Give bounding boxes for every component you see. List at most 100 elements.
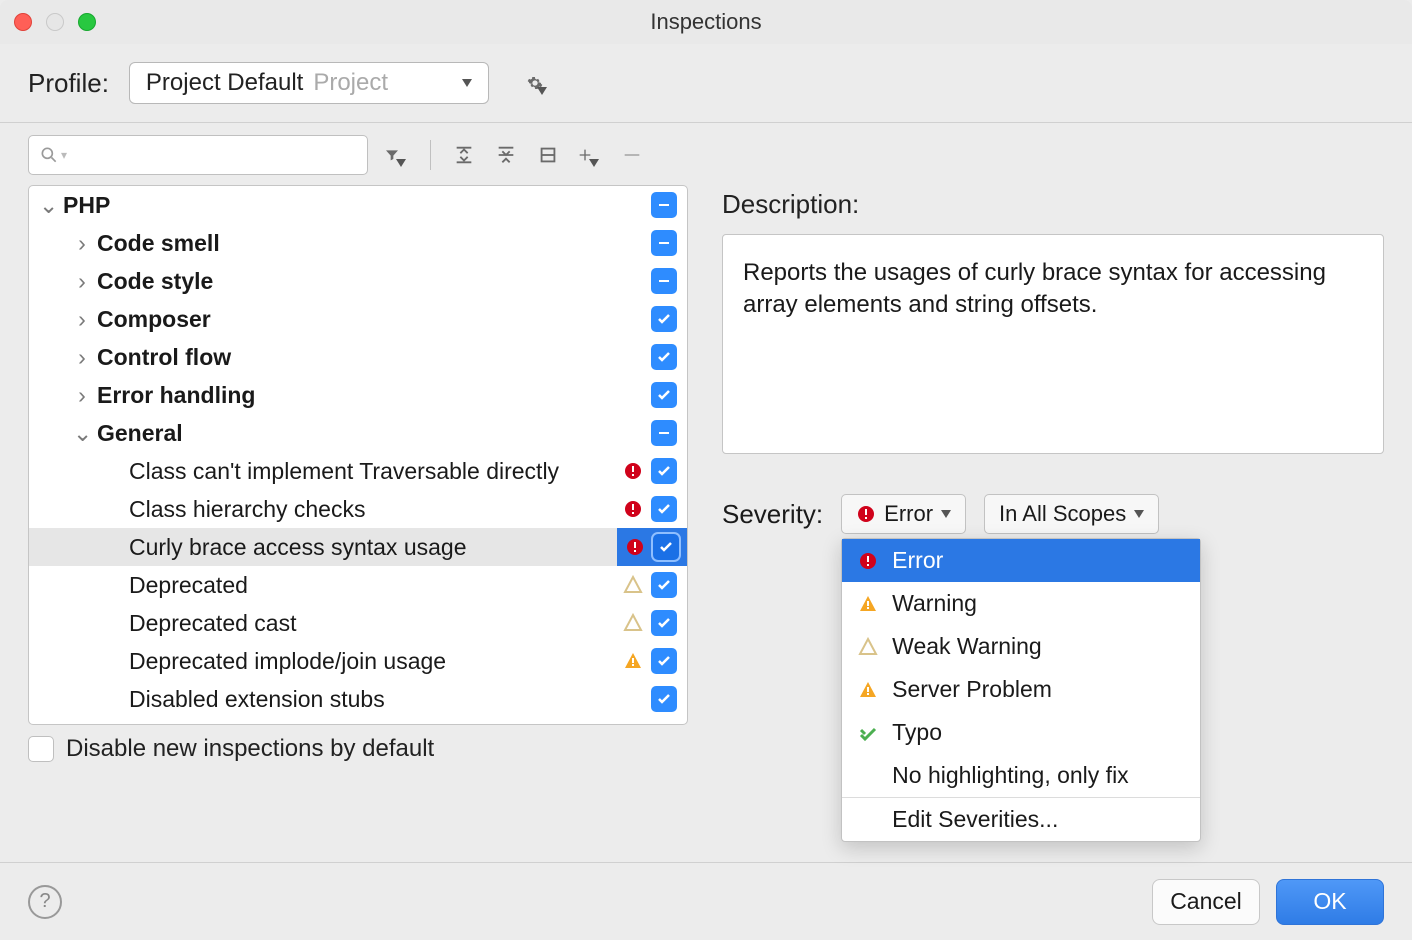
profile-selected-scope: Project xyxy=(313,69,462,97)
chevron-down-icon: ⌄ xyxy=(39,192,57,219)
checkbox[interactable] xyxy=(651,230,677,256)
severity-option-label: Weak Warning xyxy=(892,633,1042,660)
checkbox[interactable] xyxy=(651,686,677,712)
severity-option-warning[interactable]: Warning xyxy=(842,582,1200,625)
tree-item[interactable]: Class hierarchy checks xyxy=(29,490,687,528)
checkbox[interactable] xyxy=(651,344,677,370)
profile-settings-button[interactable] xyxy=(527,70,553,96)
tree-item-selected[interactable]: Curly brace access syntax usage xyxy=(29,528,687,566)
checkbox[interactable] xyxy=(651,382,677,408)
scope-combo[interactable]: In All Scopes xyxy=(984,494,1159,534)
checkbox[interactable] xyxy=(651,458,677,484)
error-icon xyxy=(858,551,878,571)
tree-item[interactable]: Deprecated xyxy=(29,566,687,604)
tree-toolbar: ▾ xyxy=(28,135,1384,175)
tree-item[interactable]: Class can't implement Traversable direct… xyxy=(29,452,687,490)
severity-combo-value: Error xyxy=(884,501,933,527)
checkbox[interactable] xyxy=(651,268,677,294)
reset-icon xyxy=(537,144,559,166)
chevron-right-icon: › xyxy=(73,382,91,409)
tree-group-general[interactable]: ⌄ General xyxy=(29,414,687,452)
tree-item-label: Deprecated implode/join usage xyxy=(129,648,623,675)
chevron-down-icon: ⌄ xyxy=(73,420,91,447)
chevron-right-icon: › xyxy=(73,306,91,333)
tree-group-label: Code smell xyxy=(97,230,651,257)
no-severity-icon xyxy=(858,766,878,786)
remove-button[interactable] xyxy=(619,142,645,168)
tree-group-code-smell[interactable]: › Code smell xyxy=(29,224,687,262)
maximize-window-button[interactable] xyxy=(78,13,96,31)
severity-option-typo[interactable]: Typo xyxy=(842,711,1200,754)
tree-group-error-handling[interactable]: › Error handling xyxy=(29,376,687,414)
chevron-right-icon: › xyxy=(73,344,91,371)
edit-severities-label: Edit Severities... xyxy=(892,806,1058,833)
chevron-down-icon xyxy=(462,79,472,87)
tree-item-label: Deprecated cast xyxy=(129,610,623,637)
severity-option-label: Error xyxy=(892,547,943,574)
tree-item-label: Class hierarchy checks xyxy=(129,496,623,523)
reset-button[interactable] xyxy=(535,142,561,168)
severity-option-no-highlighting[interactable]: No highlighting, only fix xyxy=(842,754,1200,797)
severity-option-label: Server Problem xyxy=(892,676,1052,703)
severity-option-label: Warning xyxy=(892,590,977,617)
checkbox[interactable] xyxy=(651,420,677,446)
tree-group-label: Composer xyxy=(97,306,651,333)
scope-combo-value: In All Scopes xyxy=(999,501,1126,527)
cancel-button[interactable]: Cancel xyxy=(1152,879,1260,925)
tree-root-php[interactable]: ⌄ PHP xyxy=(29,186,687,224)
chevron-down-icon xyxy=(396,159,406,167)
checkbox[interactable] xyxy=(651,572,677,598)
error-icon xyxy=(856,504,876,524)
server-problem-icon xyxy=(858,680,878,700)
tree-item-label: Deprecated xyxy=(129,572,623,599)
tree-item-label: Curly brace access syntax usage xyxy=(129,534,617,561)
chevron-right-icon: › xyxy=(73,230,91,257)
checkbox[interactable] xyxy=(651,192,677,218)
disable-new-label: Disable new inspections by default xyxy=(66,735,434,763)
severity-option-server-problem[interactable]: Server Problem xyxy=(842,668,1200,711)
close-window-button[interactable] xyxy=(14,13,32,31)
ok-button[interactable]: OK xyxy=(1276,879,1384,925)
search-input[interactable]: ▾ xyxy=(28,135,368,175)
severity-edit-severities[interactable]: Edit Severities... xyxy=(842,798,1200,841)
tree-group-composer[interactable]: › Composer xyxy=(29,300,687,338)
chevron-down-icon xyxy=(537,87,547,95)
tree-item[interactable]: Deprecated cast xyxy=(29,604,687,642)
checkbox[interactable] xyxy=(651,648,677,674)
traffic-lights xyxy=(14,13,96,31)
profile-label: Profile: xyxy=(28,68,109,99)
weak-warning-icon xyxy=(858,637,878,657)
severity-dropdown: Error Warning Weak Warning Server P xyxy=(841,538,1201,842)
add-button[interactable] xyxy=(577,142,603,168)
severity-option-label: Typo xyxy=(892,719,942,746)
severity-label: Severity: xyxy=(722,499,823,530)
filter-button[interactable] xyxy=(384,142,410,168)
severity-option-weak-warning[interactable]: Weak Warning xyxy=(842,625,1200,668)
tree-group-label: General xyxy=(97,420,651,447)
chevron-down-icon xyxy=(1134,510,1144,518)
tree-item[interactable]: Deprecated implode/join usage xyxy=(29,642,687,680)
disable-new-checkbox[interactable] xyxy=(28,736,54,762)
checkbox[interactable] xyxy=(653,534,679,560)
tree-group-label: Error handling xyxy=(97,382,651,409)
minimize-window-button[interactable] xyxy=(46,13,64,31)
profile-select[interactable]: Project Default Project xyxy=(129,62,489,104)
checkbox[interactable] xyxy=(651,306,677,332)
divider xyxy=(0,122,1412,123)
inspection-tree[interactable]: ⌄ PHP › Code smell › Code style › xyxy=(28,185,688,725)
error-icon xyxy=(625,537,645,557)
checkbox[interactable] xyxy=(651,610,677,636)
tree-group-control-flow[interactable]: › Control flow xyxy=(29,338,687,376)
help-button[interactable]: ? xyxy=(28,885,62,919)
collapse-all-button[interactable] xyxy=(493,142,519,168)
weak-warning-icon xyxy=(623,613,643,633)
severity-combo[interactable]: Error xyxy=(841,494,966,534)
tree-item-label: Disabled extension stubs xyxy=(129,686,623,713)
severity-option-label: No highlighting, only fix xyxy=(892,762,1129,789)
tree-item[interactable]: Disabled extension stubs xyxy=(29,680,687,718)
collapse-all-icon xyxy=(495,144,517,166)
checkbox[interactable] xyxy=(651,496,677,522)
expand-all-button[interactable] xyxy=(451,142,477,168)
tree-group-code-style[interactable]: › Code style xyxy=(29,262,687,300)
severity-option-error[interactable]: Error xyxy=(842,539,1200,582)
